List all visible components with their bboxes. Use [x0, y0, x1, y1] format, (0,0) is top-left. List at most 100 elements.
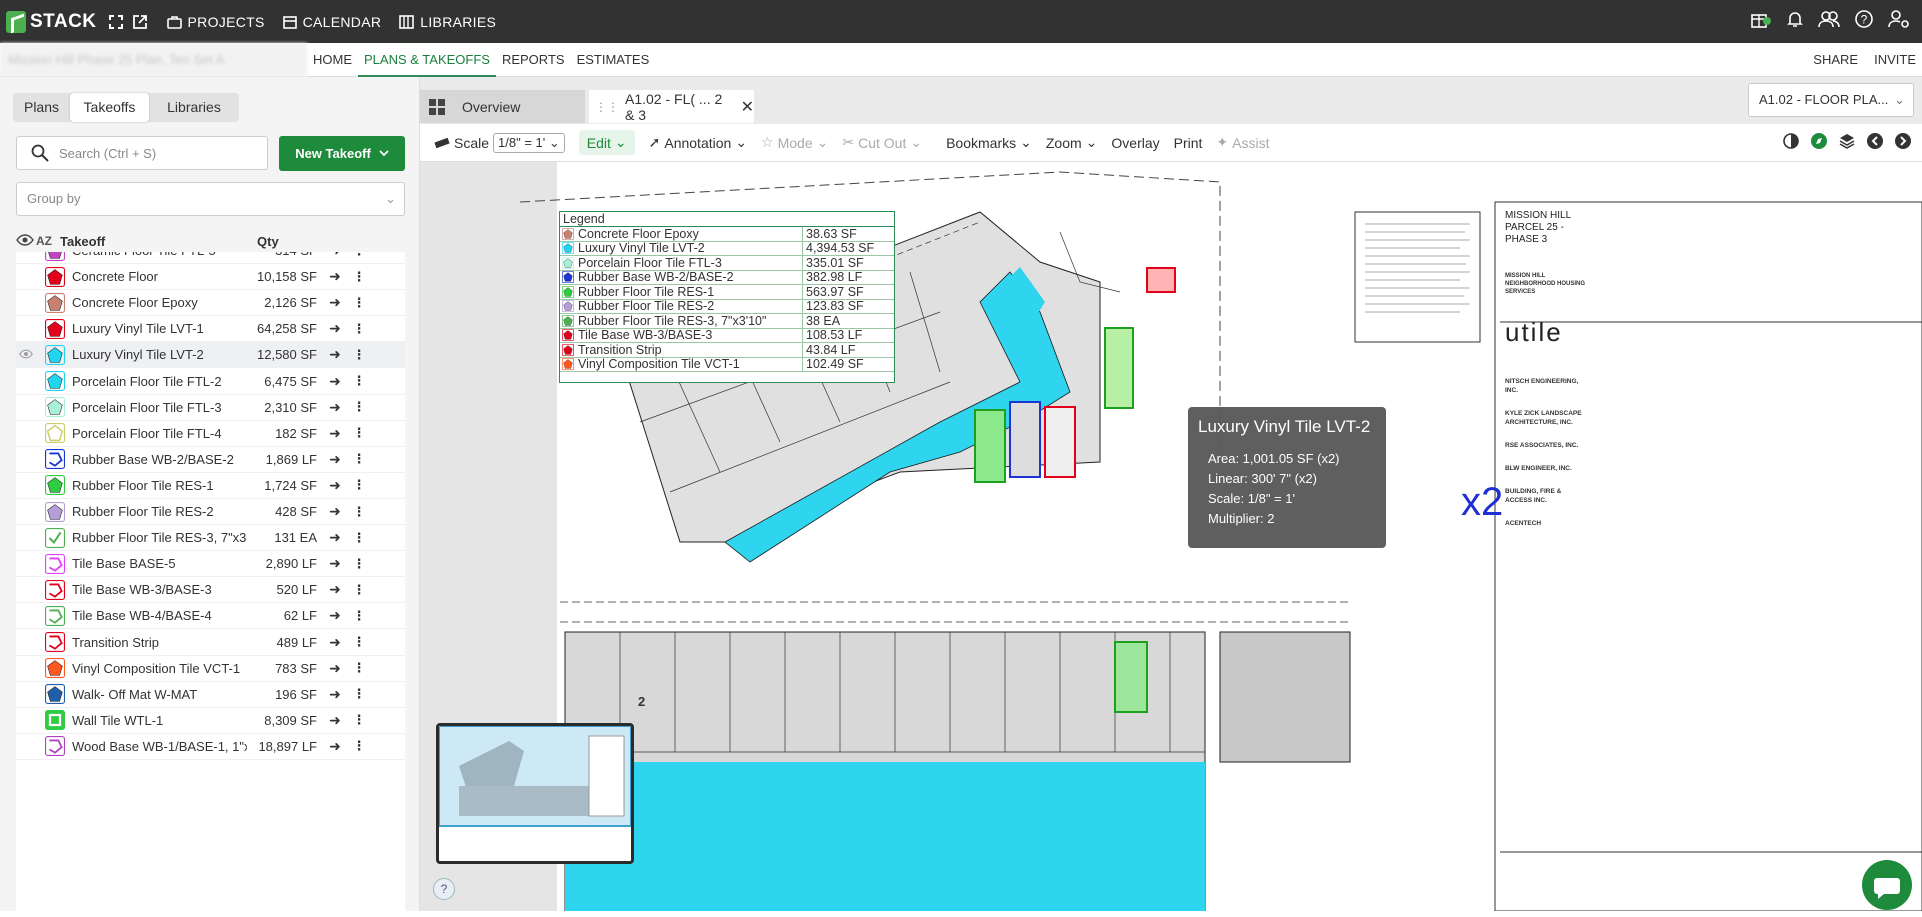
takeoff-row[interactable]: Porcelain Floor Tile FTL-3 2,310 SF ➜ ⋮	[16, 395, 405, 421]
minimap[interactable]	[436, 723, 634, 864]
apply-arrow-icon[interactable]: ➜	[323, 451, 347, 468]
more-options-icon[interactable]: ⋮	[351, 451, 367, 467]
mode-button[interactable]: ☆ Mode ⌄	[761, 134, 828, 151]
tab-plans-takeoffs[interactable]: PLANS & TAKEOFFS	[358, 43, 496, 77]
takeoff-row[interactable]: Concrete Floor 10,158 SF ➜ ⋮	[16, 264, 405, 291]
apply-arrow-icon[interactable]: ➜	[323, 634, 347, 651]
more-options-icon[interactable]: ⋮	[351, 660, 367, 676]
sort-az-icon[interactable]: AZ	[36, 234, 60, 248]
takeoff-legend[interactable]: Legend Concrete Floor Epoxy 38.63 SF Luxur…	[559, 211, 895, 383]
takeoff-row[interactable]: Vinyl Composition Tile VCT-1 783 SF ➜ ⋮	[16, 656, 405, 682]
apply-arrow-icon[interactable]: ➜	[323, 425, 347, 442]
annotation-button[interactable]: ➚ Annotation ⌄	[649, 134, 747, 151]
apply-arrow-icon[interactable]: ➜	[323, 581, 347, 598]
more-options-icon[interactable]: ⋮	[351, 608, 367, 624]
cutout-button[interactable]: ✂ Cut Out ⌄	[842, 134, 922, 151]
more-options-icon[interactable]: ⋮	[351, 252, 367, 259]
more-options-icon[interactable]: ⋮	[351, 321, 367, 337]
more-options-icon[interactable]: ⋮	[351, 556, 367, 572]
apply-arrow-icon[interactable]: ➜	[323, 399, 347, 416]
takeoff-row[interactable]: Wood Base WB-1/BASE-1, 1"x4" 18,897 LF ➜ ⋮	[16, 734, 405, 760]
more-options-icon[interactable]: ⋮	[351, 269, 367, 285]
more-options-icon[interactable]: ⋮	[351, 712, 367, 728]
libraries-nav[interactable]: LIBRARIES	[399, 14, 496, 30]
apply-arrow-icon[interactable]: ➜	[323, 373, 347, 390]
tab-plans[interactable]: Plans	[13, 93, 70, 122]
takeoff-row[interactable]: Rubber Floor Tile RES-2 428 SF ➜ ⋮	[16, 499, 405, 525]
user-settings-icon[interactable]	[1888, 9, 1910, 34]
tab-libraries[interactable]: Libraries	[149, 93, 239, 122]
takeoff-row[interactable]: Luxury Vinyl Tile LVT-2 12,580 SF ➜ ⋮	[16, 342, 405, 369]
tab-estimates[interactable]: ESTIMATES	[571, 43, 656, 77]
edit-button[interactable]: Edit ⌄	[578, 130, 635, 155]
visibility-toggle-icon[interactable]	[16, 348, 36, 362]
apply-arrow-icon[interactable]: ➜	[323, 477, 347, 494]
apply-arrow-icon[interactable]: ➜	[323, 252, 347, 259]
takeoff-row[interactable]: Walk- Off Mat W-MAT 196 SF ➜ ⋮	[16, 682, 405, 708]
gift-icon[interactable]	[1750, 10, 1772, 33]
layers-icon[interactable]	[1838, 132, 1856, 153]
more-options-icon[interactable]: ⋮	[351, 373, 367, 389]
takeoff-row[interactable]: Rubber Floor Tile RES-3, 7"x3'10" 131 EA ➜…	[16, 525, 405, 552]
sheet-select[interactable]: A1.02 - FLOOR PLA... ⌄	[1748, 83, 1914, 117]
users-icon[interactable]	[1818, 10, 1840, 33]
bell-icon[interactable]	[1786, 10, 1804, 33]
search-input[interactable]: Search (Ctrl + S)	[16, 136, 268, 170]
takeoff-row[interactable]: Porcelain Floor Tile FTL-4 182 SF ➜ ⋮	[16, 421, 405, 447]
apply-arrow-icon[interactable]: ➜	[323, 607, 347, 624]
new-takeoff-button[interactable]: New Takeoff	[279, 136, 405, 171]
scale-tool[interactable]: Scale 1/8" = 1' ⌄	[434, 132, 565, 153]
projects-nav[interactable]: PROJECTS	[166, 14, 265, 30]
contrast-icon[interactable]	[1782, 132, 1800, 153]
takeoff-row[interactable]: Tile Base WB-4/BASE-4 62 LF ➜ ⋮	[16, 603, 405, 630]
apply-arrow-icon[interactable]: ➜	[323, 529, 347, 546]
more-options-icon[interactable]: ⋮	[351, 399, 367, 415]
more-options-icon[interactable]: ⋮	[351, 295, 367, 311]
takeoff-row[interactable]: Concrete Floor Epoxy 2,126 SF ➜ ⋮	[16, 290, 405, 317]
compass-icon[interactable]	[1810, 132, 1828, 153]
bookmarks-button[interactable]: Bookmarks ⌄	[946, 134, 1032, 151]
more-options-icon[interactable]: ⋮	[351, 634, 367, 650]
calendar-nav[interactable]: CALENDAR	[282, 14, 382, 30]
group-by-select[interactable]: Group by ⌄	[16, 182, 405, 216]
takeoff-row[interactable]: Transition Strip 489 LF ➜ ⋮	[16, 630, 405, 656]
more-options-icon[interactable]: ⋮	[351, 738, 367, 754]
stack-logo[interactable]: STACK	[6, 10, 97, 33]
next-sheet-icon[interactable]	[1894, 132, 1912, 153]
chat-button[interactable]	[1862, 860, 1912, 910]
eye-icon[interactable]	[16, 233, 36, 249]
apply-arrow-icon[interactable]: ➜	[323, 555, 347, 572]
scale-select[interactable]: 1/8" = 1' ⌄	[493, 132, 565, 153]
tab-home[interactable]: HOME	[307, 43, 358, 77]
share-link[interactable]: SHARE	[1813, 52, 1858, 67]
takeoff-row[interactable]: Tile Base BASE-5 2,890 LF ➜ ⋮	[16, 551, 405, 578]
assist-button[interactable]: ✦ Assist	[1216, 134, 1269, 151]
print-button[interactable]: Print	[1174, 135, 1203, 151]
tab-overview[interactable]: Overview	[420, 90, 585, 123]
tab-reports[interactable]: REPORTS	[496, 43, 571, 77]
takeoff-row[interactable]: Wall Tile WTL-1 8,309 SF ➜ ⋮	[16, 708, 405, 734]
more-options-icon[interactable]: ⋮	[351, 504, 367, 520]
tab-takeoffs[interactable]: Takeoffs	[70, 93, 149, 122]
more-options-icon[interactable]: ⋮	[351, 530, 367, 546]
tab-sheet-a102[interactable]: ⋮⋮ A1.02 - FL( ... 2 & 3 ✕	[589, 90, 754, 123]
more-options-icon[interactable]: ⋮	[351, 686, 367, 702]
help-icon[interactable]: ?	[1854, 9, 1874, 34]
apply-arrow-icon[interactable]: ➜	[323, 503, 347, 520]
more-options-icon[interactable]: ⋮	[351, 477, 367, 493]
open-external-icon[interactable]	[131, 13, 149, 31]
zoom-button[interactable]: Zoom ⌄	[1046, 134, 1098, 151]
close-icon[interactable]: ✕	[741, 97, 754, 117]
takeoff-row[interactable]: Luxury Vinyl Tile LVT-1 64,258 SF ➜ ⋮	[16, 316, 405, 343]
apply-arrow-icon[interactable]: ➜	[323, 294, 347, 311]
apply-arrow-icon[interactable]: ➜	[323, 712, 347, 729]
apply-arrow-icon[interactable]: ➜	[323, 686, 347, 703]
more-options-icon[interactable]: ⋮	[351, 347, 367, 363]
apply-arrow-icon[interactable]: ➜	[323, 346, 347, 363]
overlay-button[interactable]: Overlay	[1111, 135, 1159, 151]
more-options-icon[interactable]: ⋮	[351, 425, 367, 441]
fullscreen-icon[interactable]	[107, 13, 125, 31]
apply-arrow-icon[interactable]: ➜	[323, 660, 347, 677]
previous-sheet-icon[interactable]	[1866, 132, 1884, 153]
apply-arrow-icon[interactable]: ➜	[323, 738, 347, 755]
